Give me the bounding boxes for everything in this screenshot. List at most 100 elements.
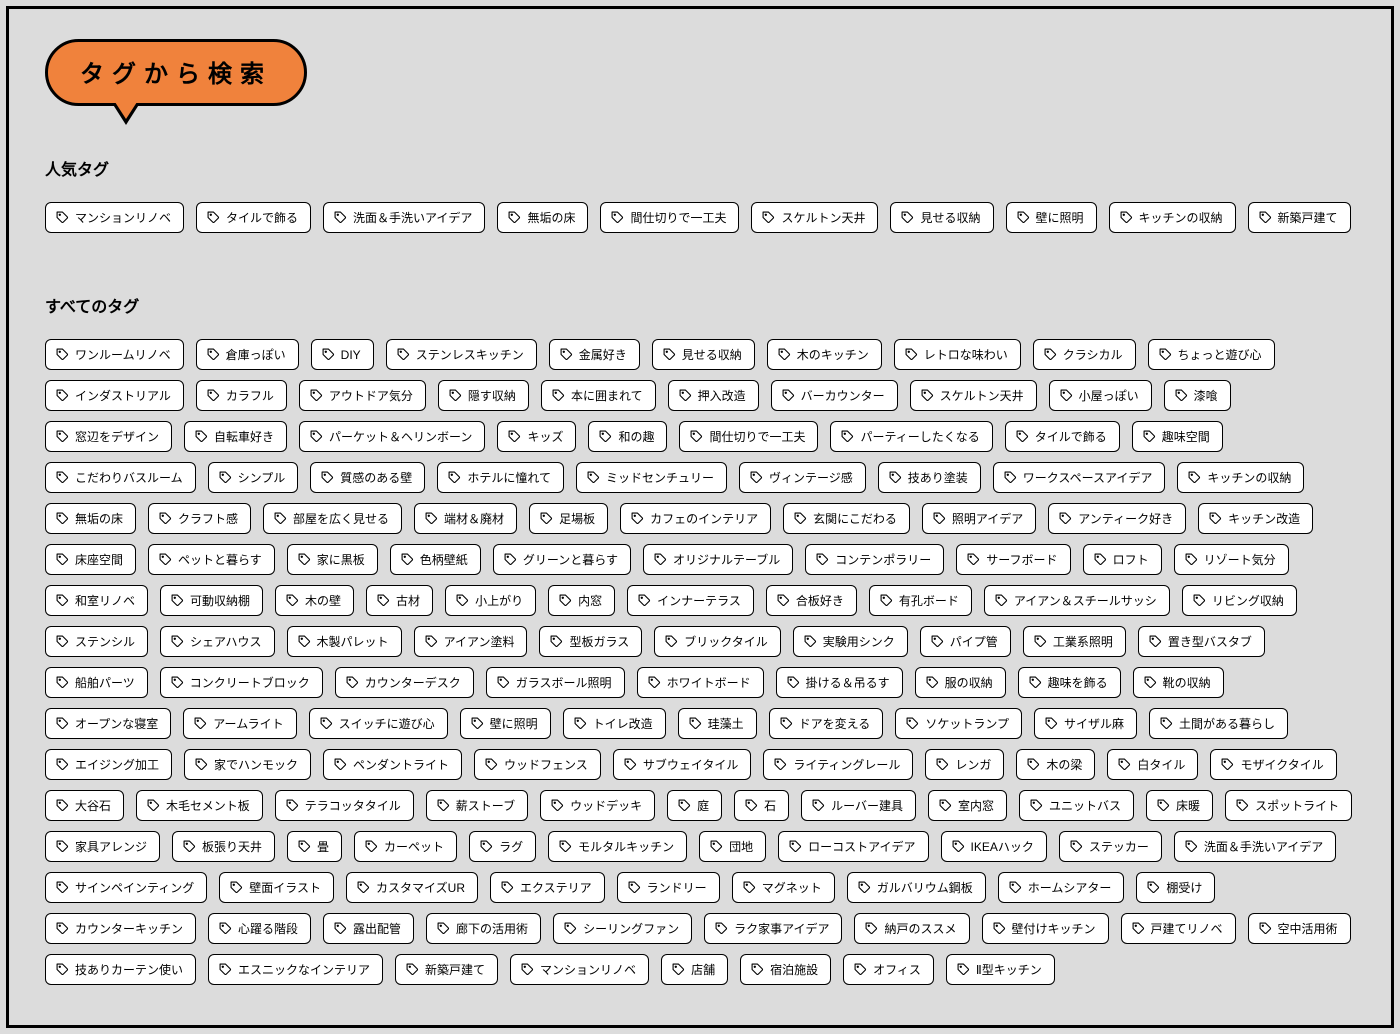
popular-tag[interactable]: 間仕切りで一工夫 <box>600 202 739 233</box>
all-tag[interactable]: クラシカル <box>1033 339 1136 370</box>
all-tag[interactable]: 本に囲まれて <box>541 380 656 411</box>
all-tag[interactable]: 廊下の活用術 <box>426 913 541 944</box>
all-tag[interactable]: 和室リノベ <box>45 585 148 616</box>
all-tag[interactable]: 足場板 <box>529 503 608 534</box>
all-tag[interactable]: ミッドセンチュリー <box>576 462 727 493</box>
all-tag[interactable]: 技ありカーテン使い <box>45 954 196 985</box>
all-tag[interactable]: カスタマイズUR <box>346 872 478 903</box>
all-tag[interactable]: リビング収納 <box>1182 585 1297 616</box>
all-tag[interactable]: 白タイル <box>1107 749 1198 780</box>
all-tag[interactable]: アウトドア気分 <box>299 380 426 411</box>
all-tag[interactable]: アンティーク好き <box>1048 503 1186 534</box>
all-tag[interactable]: エイジング加工 <box>45 749 172 780</box>
all-tag[interactable]: インナーテラス <box>627 585 754 616</box>
all-tag[interactable]: 庭 <box>667 790 722 821</box>
all-tag[interactable]: ホームシアター <box>998 872 1125 903</box>
all-tag[interactable]: 木の壁 <box>275 585 354 616</box>
all-tag[interactable]: 実験用シンク <box>793 626 908 657</box>
all-tag[interactable]: 室内窓 <box>928 790 1007 821</box>
all-tag[interactable]: IKEAハック <box>941 831 1047 862</box>
all-tag[interactable]: マンションリノベ <box>510 954 649 985</box>
all-tag[interactable]: 押入改造 <box>668 380 759 411</box>
all-tag[interactable]: 戸建てリノベ <box>1121 913 1236 944</box>
all-tag[interactable]: ワークスペースアイデア <box>993 462 1166 493</box>
all-tag[interactable]: シェアハウス <box>160 626 275 657</box>
all-tag[interactable]: 船舶パーツ <box>45 667 148 698</box>
all-tag[interactable]: ランドリー <box>617 872 720 903</box>
all-tag[interactable]: 家具アレンジ <box>45 831 160 862</box>
all-tag[interactable]: スポットライト <box>1225 790 1352 821</box>
all-tag[interactable]: ホテルに憧れて <box>437 462 564 493</box>
all-tag[interactable]: ライティングレール <box>763 749 913 780</box>
all-tag[interactable]: 団地 <box>699 831 766 862</box>
all-tag[interactable]: 空中活用術 <box>1248 913 1351 944</box>
popular-tag[interactable]: 洗面＆手洗いアイデア <box>323 202 485 233</box>
popular-tag[interactable]: 新築戸建て <box>1248 202 1351 233</box>
all-tag[interactable]: バーカウンター <box>771 380 898 411</box>
all-tag[interactable]: 壁面イラスト <box>219 872 334 903</box>
all-tag[interactable]: 自転車好き <box>184 421 287 452</box>
all-tag[interactable]: 質感のある壁 <box>310 462 425 493</box>
all-tag[interactable]: トイレ改造 <box>563 708 666 739</box>
all-tag[interactable]: 小上がり <box>445 585 536 616</box>
all-tag[interactable]: 掛ける＆吊るす <box>776 667 903 698</box>
all-tag[interactable]: オリジナルテーブル <box>643 544 793 575</box>
all-tag[interactable]: ステンシル <box>45 626 148 657</box>
all-tag[interactable]: グリーンと暮らす <box>493 544 631 575</box>
all-tag[interactable]: カラフル <box>196 380 287 411</box>
all-tag[interactable]: 窓辺をデザイン <box>45 421 172 452</box>
all-tag[interactable]: 大谷石 <box>45 790 124 821</box>
all-tag[interactable]: 納戸のススメ <box>854 913 969 944</box>
all-tag[interactable]: 棚受け <box>1136 872 1215 903</box>
all-tag[interactable]: アイアン塗料 <box>414 626 528 657</box>
all-tag[interactable]: クラフト感 <box>148 503 251 534</box>
all-tag[interactable]: 宿泊施設 <box>740 954 831 985</box>
all-tag[interactable]: リゾート気分 <box>1174 544 1289 575</box>
all-tag[interactable]: 有孔ボード <box>869 585 972 616</box>
all-tag[interactable]: サイザル麻 <box>1034 708 1137 739</box>
all-tag[interactable]: 型板ガラス <box>539 626 642 657</box>
popular-tag[interactable]: 無垢の床 <box>497 202 588 233</box>
all-tag[interactable]: ガルバリウム鋼板 <box>847 872 986 903</box>
all-tag[interactable]: 木毛セメント板 <box>136 790 263 821</box>
all-tag[interactable]: 服の収納 <box>915 667 1006 698</box>
all-tag[interactable]: ラグ <box>469 831 536 862</box>
all-tag[interactable]: サブウェイタイル <box>613 749 752 780</box>
all-tag[interactable]: キッズ <box>497 421 576 452</box>
popular-tag[interactable]: キッチンの収納 <box>1109 202 1236 233</box>
all-tag[interactable]: タイルで飾る <box>1005 421 1120 452</box>
all-tag[interactable]: 置き型バスタブ <box>1138 626 1265 657</box>
all-tag[interactable]: 照明アイデア <box>922 503 1036 534</box>
all-tag[interactable]: ラク家事アイデア <box>704 913 842 944</box>
all-tag[interactable]: 部屋を広く見せる <box>263 503 402 534</box>
all-tag[interactable]: カウンターキッチン <box>45 913 196 944</box>
all-tag[interactable]: ドアを変える <box>769 708 884 739</box>
all-tag[interactable]: 和の趣 <box>588 421 667 452</box>
popular-tag[interactable]: マンションリノベ <box>45 202 184 233</box>
all-tag[interactable]: インダストリアル <box>45 380 184 411</box>
all-tag[interactable]: コンクリートブロック <box>160 667 323 698</box>
all-tag[interactable]: 木の梁 <box>1016 749 1095 780</box>
all-tag[interactable]: ルーバー建具 <box>801 790 916 821</box>
all-tag[interactable]: サーフボード <box>956 544 1070 575</box>
all-tag[interactable]: ステンレスキッチン <box>386 339 537 370</box>
all-tag[interactable]: 木のキッチン <box>767 339 882 370</box>
all-tag[interactable]: ローコストアイデア <box>778 831 928 862</box>
all-tag[interactable]: 工業系照明 <box>1023 626 1126 657</box>
all-tag[interactable]: 見せる収納 <box>652 339 755 370</box>
all-tag[interactable]: 端材＆廃材 <box>414 503 517 534</box>
all-tag[interactable]: 薪ストーブ <box>426 790 528 821</box>
all-tag[interactable]: ちょっと遊び心 <box>1148 339 1275 370</box>
all-tag[interactable]: ウッドフェンス <box>474 749 601 780</box>
all-tag[interactable]: オフィス <box>843 954 934 985</box>
popular-tag[interactable]: スケルトン天井 <box>751 202 878 233</box>
all-tag[interactable]: 金属好き <box>549 339 640 370</box>
all-tag[interactable]: 板張り天井 <box>172 831 275 862</box>
all-tag[interactable]: Ⅱ型キッチン <box>946 954 1055 985</box>
all-tag[interactable]: ペットと暮らす <box>148 544 275 575</box>
all-tag[interactable]: 石 <box>734 790 789 821</box>
all-tag[interactable]: シンプル <box>208 462 299 493</box>
all-tag[interactable]: ペンダントライト <box>323 749 462 780</box>
all-tag[interactable]: 倉庫っぽい <box>196 339 299 370</box>
all-tag[interactable]: 店舗 <box>661 954 728 985</box>
